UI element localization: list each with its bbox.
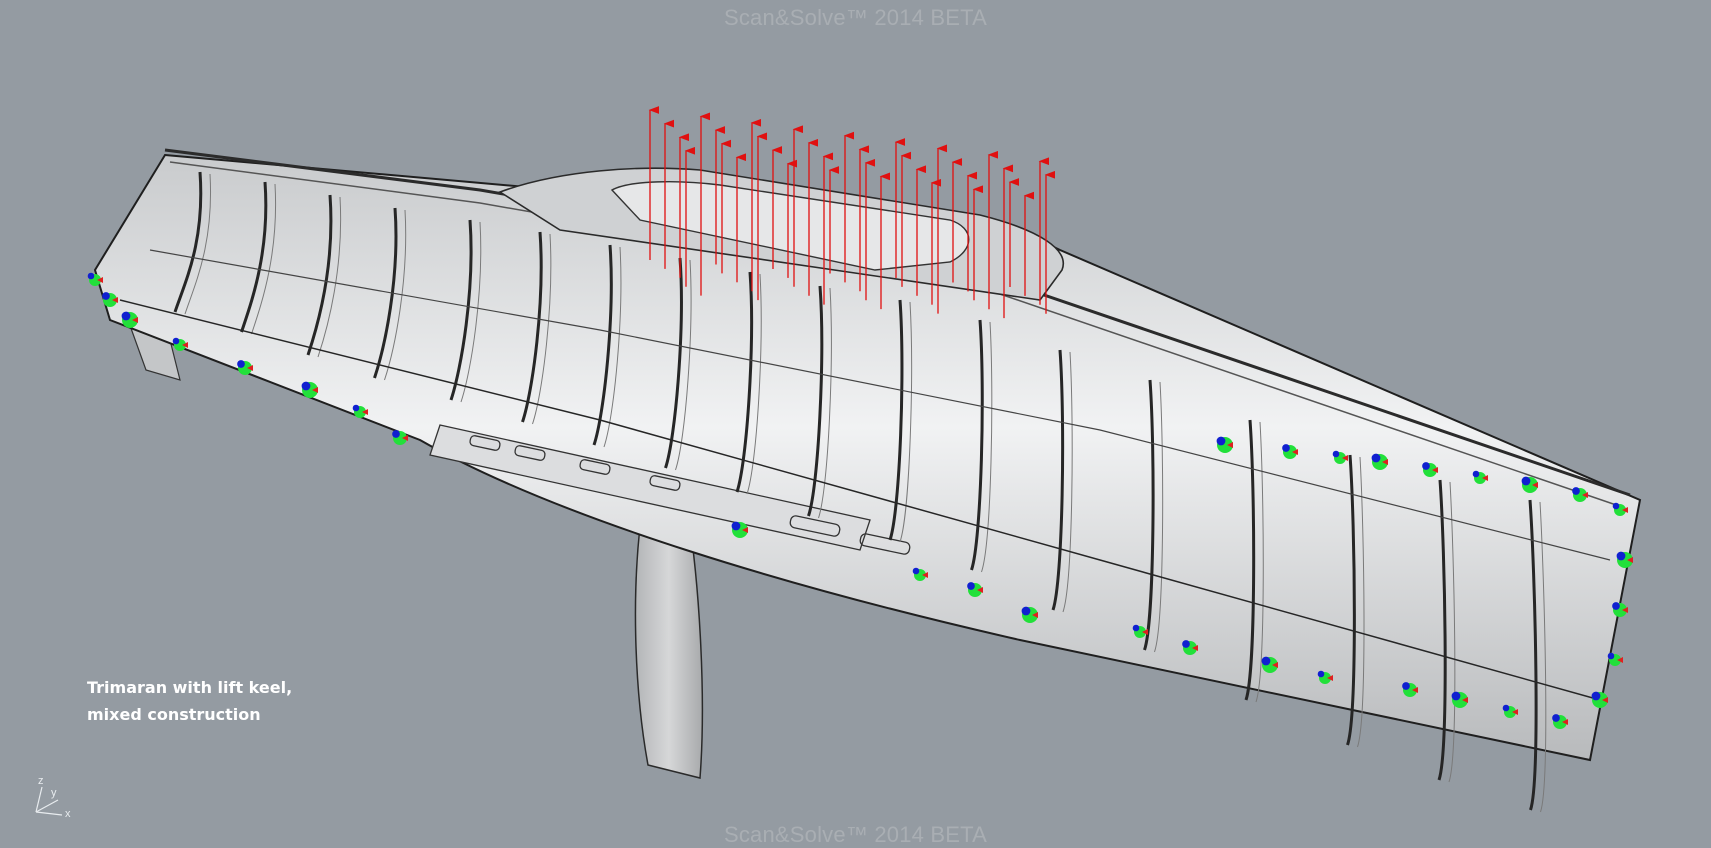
axes-widget: [35, 786, 63, 816]
axis-x-label: x: [65, 808, 71, 820]
restraint-blue: [1572, 487, 1580, 495]
restraint-blue: [1552, 714, 1560, 722]
restraint-blue: [1616, 551, 1626, 561]
restraint-blue: [392, 430, 400, 438]
restraint-blue: [1502, 704, 1510, 712]
caption-line-1: Trimaran with lift keel,: [87, 678, 293, 697]
restraint-blue: [1521, 476, 1531, 486]
restraint-blue: [731, 521, 741, 531]
restraint-blue: [1216, 436, 1226, 446]
restraint-blue: [1612, 602, 1620, 610]
restraint-blue: [1021, 606, 1031, 616]
restraint-blue: [1261, 656, 1271, 666]
restraint-blue: [1612, 502, 1620, 510]
restraint-blue: [102, 292, 110, 300]
restraint-blue: [1282, 444, 1290, 452]
restraint-blue: [1591, 691, 1601, 701]
caption-line-2: mixed construction: [87, 705, 261, 724]
restraint-blue: [1182, 640, 1190, 648]
restraint-blue: [1451, 691, 1461, 701]
restraint-blue: [172, 337, 180, 345]
restraint-blue: [352, 404, 360, 412]
restraint-blue: [237, 360, 245, 368]
restraint-blue: [1332, 450, 1340, 458]
restraint-blue: [301, 381, 311, 391]
restraint-blue: [1371, 453, 1381, 463]
restraint-blue: [121, 311, 131, 321]
restraint-blue: [967, 582, 975, 590]
axis-y-label: y: [51, 787, 57, 799]
restraint-blue: [1472, 470, 1480, 478]
restraint-blue: [1607, 652, 1615, 660]
restraint-blue: [1132, 624, 1140, 632]
restraint-blue: [912, 567, 920, 575]
axis-z-label: z: [38, 775, 44, 787]
restraint-blue: [1402, 682, 1410, 690]
restraint-blue: [1317, 670, 1325, 678]
restraint-blue: [1422, 462, 1430, 470]
caption: Trimaran with lift keel, mixed construct…: [87, 674, 292, 728]
restraint-blue: [87, 272, 95, 280]
